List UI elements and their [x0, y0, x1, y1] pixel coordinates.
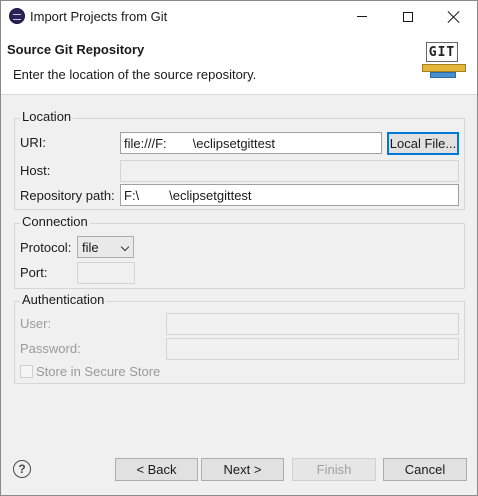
location-group-title: Location [20, 109, 74, 124]
back-button[interactable]: < Back [115, 458, 198, 481]
chevron-down-icon [120, 242, 130, 252]
uri-value-suffix: \eclipsetgittest [192, 136, 275, 151]
git-logo-text: GIT [426, 42, 458, 62]
eclipse-icon [9, 8, 25, 24]
redaction-mask [166, 137, 193, 152]
repo-path-suffix: \eclipsetgittest [169, 188, 252, 203]
host-label: Host: [20, 163, 51, 178]
next-button[interactable]: Next > [201, 458, 284, 481]
uri-label: URI: [20, 135, 46, 150]
authentication-group-title: Authentication [20, 292, 107, 307]
uri-input[interactable]: file:///F: \eclipsetgittest [120, 132, 382, 154]
minimize-icon [357, 16, 367, 17]
repository-path-label: Repository path: [20, 188, 115, 203]
host-input[interactable] [120, 160, 459, 182]
footer-divider [1, 445, 477, 446]
maximize-button[interactable] [385, 1, 431, 32]
close-icon [448, 11, 460, 23]
protocol-select[interactable]: file [77, 236, 134, 258]
cancel-button[interactable]: Cancel [383, 458, 467, 481]
repository-path-input[interactable]: F:\ \eclipsetgittest [120, 184, 459, 206]
password-label: Password: [20, 341, 81, 356]
help-icon[interactable]: ? [13, 460, 31, 478]
maximize-icon [403, 11, 413, 22]
store-secure-checkbox[interactable] [20, 365, 33, 378]
wizard-header: Source Git Repository Enter the location… [1, 32, 477, 95]
import-dialog: Import Projects from Git Source Git Repo… [0, 0, 478, 496]
connection-group-title: Connection [20, 214, 90, 229]
repo-path-prefix: F:\ [124, 188, 140, 203]
minimize-button[interactable] [339, 1, 385, 32]
page-title: Source Git Repository [7, 42, 145, 57]
git-logo-icon: GIT [422, 40, 466, 80]
local-file-button[interactable]: Local File... [387, 132, 459, 155]
uri-value-prefix: file:///F: [124, 136, 167, 151]
port-input[interactable] [77, 262, 135, 284]
store-secure-label: Store in Secure Store [36, 364, 161, 379]
password-input[interactable] [166, 338, 459, 360]
user-label: User: [20, 316, 52, 331]
port-label: Port: [20, 265, 48, 280]
finish-button[interactable]: Finish [292, 458, 376, 481]
title-bar: Import Projects from Git [1, 1, 477, 32]
redaction-mask [139, 189, 170, 204]
protocol-label: Protocol: [20, 240, 72, 255]
page-description: Enter the location of the source reposit… [13, 67, 257, 82]
user-input[interactable] [166, 313, 459, 335]
protocol-value: file [82, 240, 99, 255]
window-title: Import Projects from Git [30, 9, 168, 24]
close-button[interactable] [431, 1, 477, 32]
